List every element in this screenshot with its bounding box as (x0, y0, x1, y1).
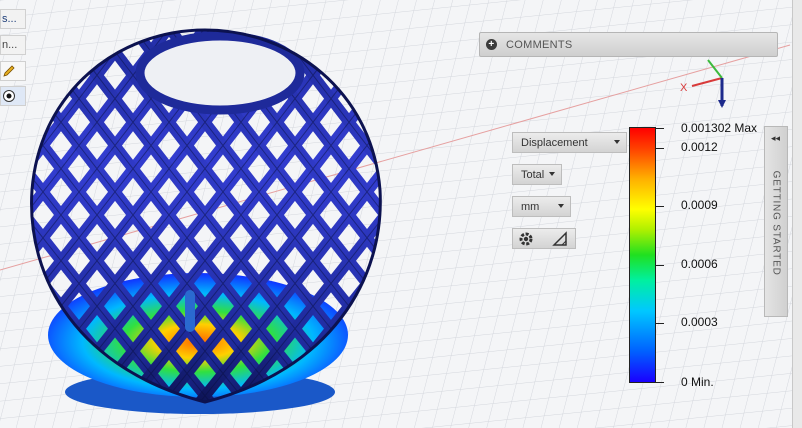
chevron-down-icon (558, 204, 564, 208)
legend-tools (512, 228, 576, 249)
unit-dropdown[interactable]: mm (512, 196, 571, 217)
pencil-icon (3, 65, 15, 77)
edit-tool-button[interactable] (0, 61, 26, 81)
toolbar-item-1[interactable]: s... (0, 9, 26, 29)
displacement-color-scale (629, 127, 656, 383)
legend-tick (656, 264, 664, 266)
toolbar-item-2[interactable]: n... (0, 35, 26, 55)
toolbar-item-1-label: s... (2, 13, 17, 25)
legend-tick-label: 0.0012 (681, 139, 718, 154)
result-type-value: Displacement (521, 136, 588, 149)
chevron-down-icon (614, 140, 620, 144)
unit-value: mm (521, 200, 540, 213)
component-value: Total (521, 168, 545, 181)
component-dropdown[interactable]: Total (512, 164, 562, 185)
x-axis-label: X (680, 82, 688, 94)
legend-tick (656, 323, 664, 325)
legend-tick-label: 0.0006 (681, 256, 718, 271)
legend-tick (656, 147, 664, 149)
result-type-dropdown[interactable]: Displacement (512, 132, 627, 153)
legend-tick (656, 382, 664, 383)
window-edge (792, 0, 802, 428)
legend-min-label: 0 Min. (681, 375, 714, 389)
legend-tick-label: 0.0003 (681, 315, 718, 330)
legend-max-label: 0.001302 Max (681, 121, 758, 135)
legend-tick-label: 0.0009 (681, 198, 718, 213)
getting-started-tab[interactable]: GETTING STARTED (764, 126, 788, 317)
radio-icon (3, 90, 15, 102)
top-opening (135, 31, 305, 115)
legend-tick (656, 206, 664, 208)
triangle-ruler-icon[interactable] (551, 230, 569, 248)
center-support (185, 290, 195, 332)
comments-bar[interactable]: + COMMENTS (479, 32, 778, 57)
comments-label: COMMENTS (506, 38, 573, 51)
toolbar-item-2-label: n... (2, 39, 18, 51)
select-tool-button[interactable] (0, 86, 26, 106)
gear-icon[interactable] (517, 230, 535, 248)
plus-circle-icon: + (486, 39, 497, 50)
legend-tick (656, 128, 664, 129)
getting-started-label: GETTING STARTED (770, 170, 782, 276)
chevron-down-icon (549, 172, 555, 176)
3d-viewport[interactable]: X (0, 0, 802, 428)
